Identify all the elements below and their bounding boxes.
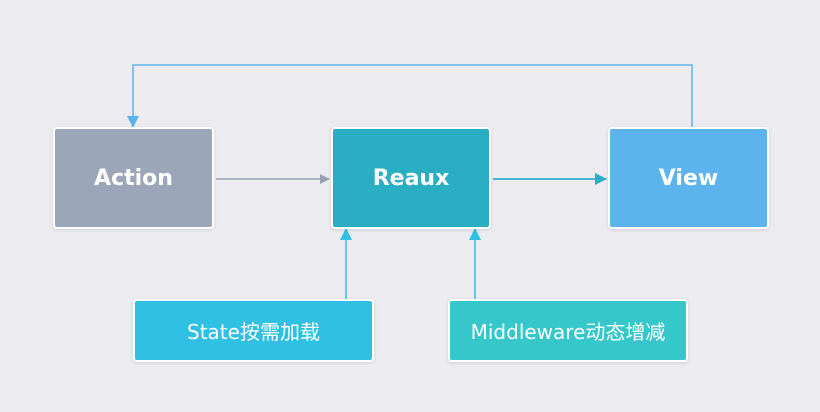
arrow-view-to-action — [127, 64, 693, 128]
diagram-canvas: Action Reaux View State按需加载 Middleware动态… — [0, 0, 820, 412]
view-label: View — [658, 165, 719, 191]
reaux-node: Reaux — [331, 127, 491, 229]
view-node: View — [608, 127, 769, 229]
action-label: Action — [94, 165, 173, 191]
state-node: State按需加载 — [133, 299, 374, 362]
action-node: Action — [53, 127, 214, 229]
middleware-node: Middleware动态增减 — [448, 299, 688, 362]
middleware-label: Middleware动态增减 — [470, 320, 666, 344]
state-label: State按需加载 — [187, 320, 320, 344]
reaux-label: Reaux — [372, 165, 450, 191]
